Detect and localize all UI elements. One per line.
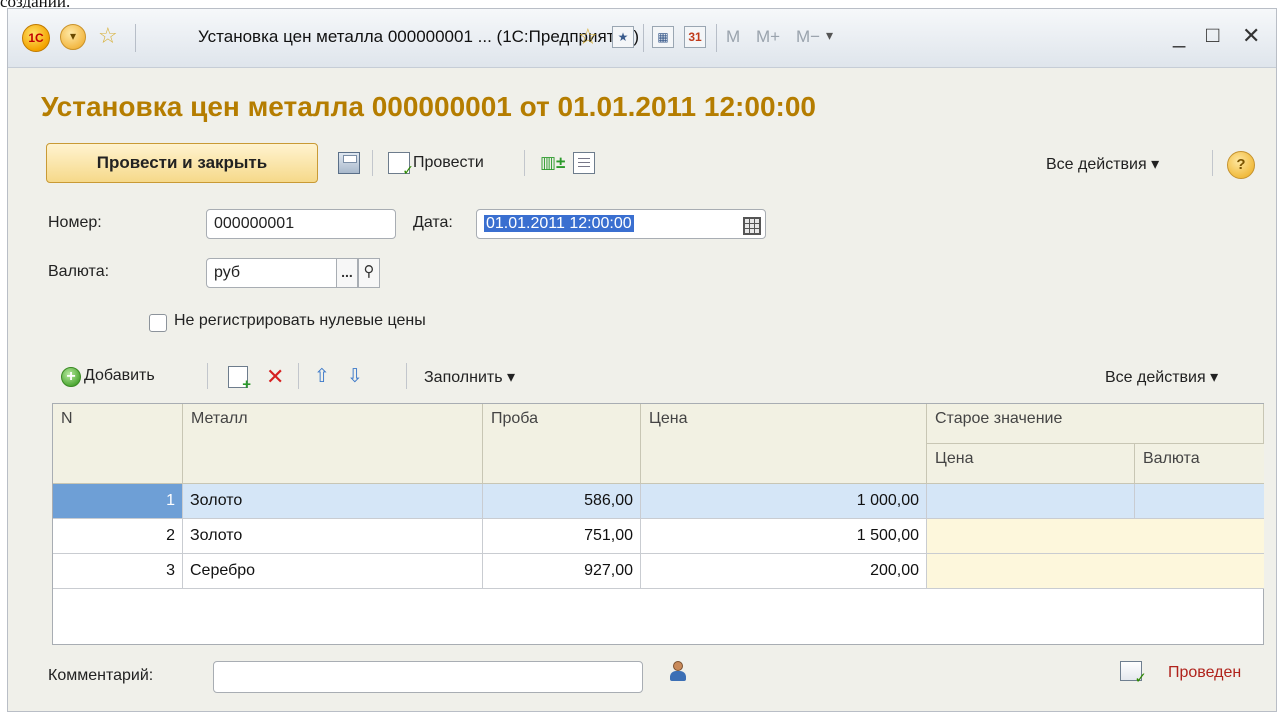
post-document-icon[interactable]: [388, 152, 414, 179]
toolbar-separator: [1212, 150, 1213, 176]
user-icon-body: [670, 671, 686, 681]
favorite-star-icon[interactable]: ☆: [98, 23, 118, 49]
table-row-1-old-price[interactable]: [927, 484, 1135, 519]
help-icon[interactable]: ?: [1227, 151, 1255, 179]
move-down-icon[interactable]: ⇩: [347, 365, 363, 388]
close-button[interactable]: ✕: [1242, 23, 1260, 49]
comment-label: Комментарий:: [48, 667, 154, 684]
date-value: 01.01.2011 12:00:00: [484, 215, 634, 232]
add-button[interactable]: Добавить: [84, 367, 155, 385]
column-group-old-value[interactable]: Старое значение: [927, 404, 1264, 444]
table-row-2-old-value[interactable]: [927, 519, 1264, 554]
table-row-3-metal[interactable]: Серебро: [183, 554, 483, 589]
table-row-2-n[interactable]: 2: [53, 519, 183, 554]
calendar-icon[interactable]: 31: [684, 26, 706, 48]
zero-prices-checkbox[interactable]: [149, 314, 167, 332]
prices-table[interactable]: N Металл Проба Цена Старое значение Цена…: [52, 403, 1264, 645]
zero-prices-label[interactable]: Не регистрировать нулевые цены: [174, 312, 426, 330]
movements-icon[interactable]: ▥±: [540, 152, 565, 174]
table-row-2-proba[interactable]: 751,00: [483, 519, 641, 554]
toolbar-separator: [524, 150, 525, 176]
window-titlebar: 1С ▾ ☆ Установка цен металла 000000001 .…: [8, 9, 1276, 68]
move-up-icon[interactable]: ⇧: [314, 365, 330, 388]
document-window: 1С ▾ ☆ Установка цен металла 000000001 .…: [7, 8, 1277, 712]
table-row-3-price[interactable]: 200,00: [641, 554, 927, 589]
all-actions-menu[interactable]: Все действия ▾: [1046, 154, 1159, 174]
table-row-3-n[interactable]: 3: [53, 554, 183, 589]
table-row-2-metal[interactable]: Золото: [183, 519, 483, 554]
1c-logo-icon[interactable]: 1С: [22, 24, 50, 52]
toolbar-separator: [207, 363, 208, 389]
date-label: Дата:: [413, 214, 453, 231]
comment-field[interactable]: [213, 661, 643, 693]
titlebar-separator: [643, 24, 644, 52]
titlebar-separator: [716, 24, 717, 52]
currency-label: Валюта:: [48, 263, 110, 280]
add-favorite-icon[interactable]: ☆: [578, 24, 598, 50]
table-row-1-proba[interactable]: 586,00: [483, 484, 641, 519]
table-row-3-proba[interactable]: 927,00: [483, 554, 641, 589]
toolbar-separator: [372, 150, 373, 176]
bookmark-icon[interactable]: ★: [612, 26, 634, 48]
column-header-n[interactable]: N: [53, 404, 183, 484]
toolbar-separator: [298, 363, 299, 389]
page-title: Установка цен металла 000000001 от 01.01…: [41, 91, 816, 122]
table-row-3-old-value[interactable]: [927, 554, 1264, 589]
search-icon[interactable]: ⚲: [358, 258, 380, 288]
add-icon[interactable]: +: [61, 367, 81, 387]
table-row-2-price[interactable]: 1 500,00: [641, 519, 927, 554]
column-header-proba[interactable]: Проба: [483, 404, 641, 484]
column-header-metal[interactable]: Металл: [183, 404, 483, 484]
column-header-old-currency[interactable]: Валюта: [1135, 444, 1264, 484]
user-icon[interactable]: [670, 661, 686, 683]
table-row-1-metal[interactable]: Золото: [183, 484, 483, 519]
memory-minus-button[interactable]: M−: [796, 27, 820, 47]
dropdown-arrow-icon[interactable]: ▾: [826, 27, 833, 44]
document-report-icon[interactable]: [573, 152, 595, 174]
memory-plus-button[interactable]: M+: [756, 27, 780, 47]
posted-status-icon: [1120, 661, 1147, 687]
table-row-1-price[interactable]: 1 000,00: [641, 484, 927, 519]
date-field[interactable]: 01.01.2011 12:00:00: [476, 209, 766, 239]
column-header-price[interactable]: Цена: [641, 404, 927, 484]
table-all-actions-menu[interactable]: Все действия ▾: [1105, 367, 1218, 387]
titlebar-separator: [135, 24, 136, 52]
copy-row-icon[interactable]: [228, 366, 251, 393]
currency-select-button[interactable]: ...: [336, 258, 358, 288]
user-icon-head: [673, 661, 683, 671]
table-row-1-old-currency[interactable]: [1135, 484, 1264, 519]
maximize-button[interactable]: □: [1206, 22, 1219, 48]
delete-icon[interactable]: ✕: [266, 364, 284, 390]
save-icon[interactable]: [338, 152, 360, 174]
post-button[interactable]: Провести: [413, 154, 484, 172]
calculator-icon[interactable]: ▦: [652, 26, 674, 48]
number-label: Номер:: [48, 214, 102, 231]
chevron-down-icon[interactable]: ▾: [60, 24, 86, 50]
status-badge: Проведен: [1168, 664, 1242, 681]
minimize-button[interactable]: _: [1173, 23, 1185, 49]
fill-menu[interactable]: Заполнить ▾: [424, 367, 515, 387]
toolbar-separator: [406, 363, 407, 389]
post-and-close-button[interactable]: Провести и закрыть: [46, 143, 318, 183]
number-field[interactable]: 000000001: [206, 209, 396, 239]
currency-field[interactable]: руб: [206, 258, 356, 288]
column-header-old-price[interactable]: Цена: [927, 444, 1135, 484]
table-row-1-n[interactable]: 1: [53, 484, 183, 519]
memory-m-button[interactable]: M: [726, 27, 740, 47]
calendar-picker-icon[interactable]: [743, 217, 761, 235]
window-title: Установка цен металла 000000001 ... (1С:…: [198, 27, 640, 46]
